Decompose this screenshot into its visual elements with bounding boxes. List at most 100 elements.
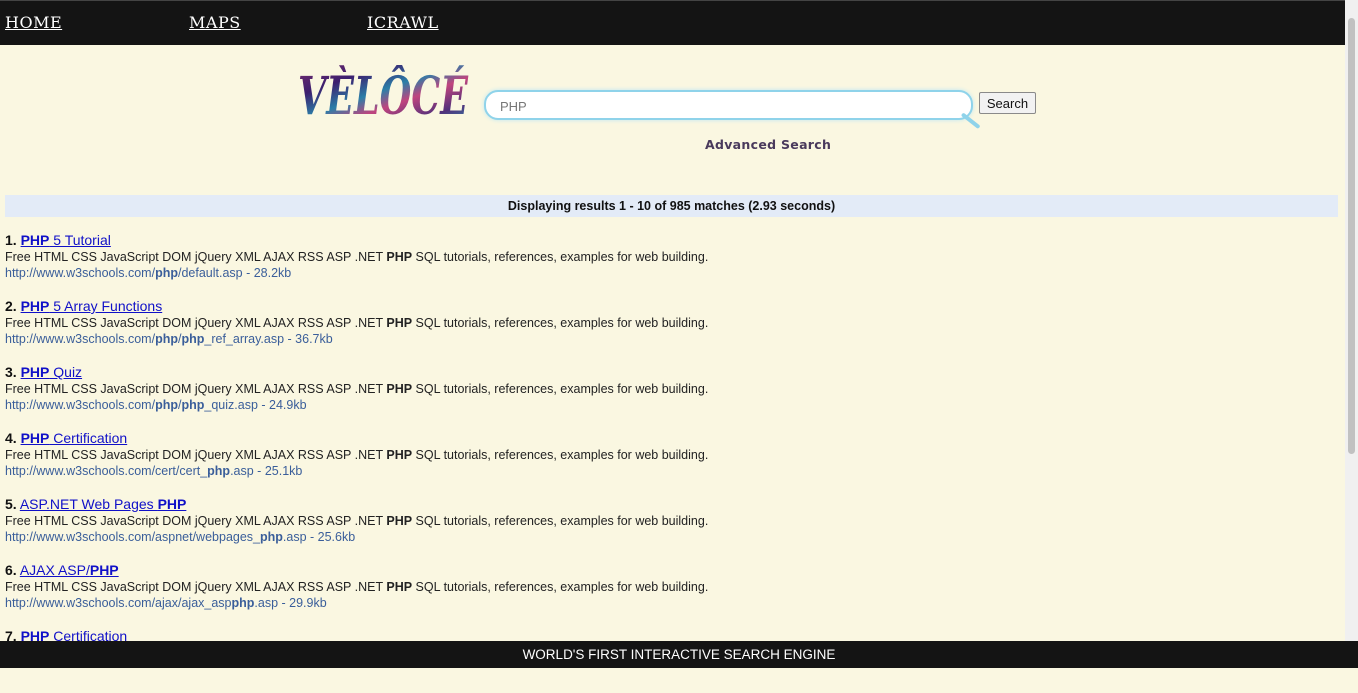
- highlighted-term: php: [207, 464, 231, 478]
- highlighted-term: PHP: [157, 496, 187, 512]
- result-description: Free HTML CSS JavaScript DOM jQuery XML …: [5, 249, 1005, 265]
- highlighted-term: php: [155, 266, 178, 280]
- advanced-search-link[interactable]: Advanced Search: [705, 137, 831, 152]
- highlighted-term: PHP: [386, 382, 413, 396]
- result-title-row: 3. PHP Quiz: [5, 363, 1005, 381]
- magnifier-handle-icon: [960, 112, 981, 130]
- highlighted-term: PHP: [386, 316, 413, 330]
- result-title-link[interactable]: PHP Certification: [21, 430, 128, 446]
- text-segment: SQL tutorials, references, examples for …: [412, 448, 709, 462]
- highlighted-term: php: [181, 398, 205, 412]
- highlighted-term: php: [155, 332, 178, 346]
- result-title-link[interactable]: ASP.NET Web Pages PHP: [20, 496, 187, 512]
- highlighted-term: php: [260, 530, 283, 544]
- result-number: 5.: [5, 496, 17, 512]
- result-description: Free HTML CSS JavaScript DOM jQuery XML …: [5, 513, 1005, 529]
- text-segment: http://www.w3schools.com/ajax/ajax_asp: [5, 596, 232, 610]
- result-description: Free HTML CSS JavaScript DOM jQuery XML …: [5, 579, 1005, 595]
- text-segment: Quiz: [49, 364, 83, 380]
- result-title-link[interactable]: PHP 5 Array Functions: [21, 298, 163, 314]
- logo-text: VÈLÔCÉ: [298, 65, 469, 127]
- highlighted-term: php: [231, 596, 255, 610]
- highlighted-term: PHP: [20, 430, 50, 446]
- highlighted-term: PHP: [386, 250, 413, 264]
- result-item: 1. PHP 5 Tutorial Free HTML CSS JavaScrip…: [5, 231, 1005, 297]
- nav-icrawl-link[interactable]: ICRAWL: [367, 13, 439, 32]
- search-button[interactable]: Search: [979, 92, 1036, 114]
- highlighted-term: PHP: [20, 232, 50, 248]
- text-segment: Free HTML CSS JavaScript DOM jQuery XML …: [5, 448, 387, 462]
- text-segment: http://www.w3schools.com/: [5, 398, 156, 412]
- highlighted-term: PHP: [386, 514, 413, 528]
- veloce-logo: VÈLÔCÉ: [298, 65, 469, 127]
- result-item: 2. PHP 5 Array Functions Free HTML CSS Ja…: [5, 297, 1005, 363]
- text-segment: .asp - 29.9kb: [254, 596, 327, 610]
- text-segment: SQL tutorials, references, examples for …: [412, 580, 709, 594]
- highlighted-term: PHP: [20, 298, 50, 314]
- text-segment: Free HTML CSS JavaScript DOM jQuery XML …: [5, 580, 387, 594]
- results-summary: Displaying results 1 - 10 of 985 matches…: [5, 195, 1338, 217]
- text-segment: Free HTML CSS JavaScript DOM jQuery XML …: [5, 316, 387, 330]
- result-url[interactable]: http://www.w3schools.com/aspnet/webpages…: [5, 529, 1005, 545]
- result-title-row: 5. ASP.NET Web Pages PHP: [5, 495, 1005, 513]
- result-title-link[interactable]: PHP 5 Tutorial: [21, 232, 111, 248]
- result-number: 1.: [5, 232, 17, 248]
- footer-tagline: WORLD'S FIRST INTERACTIVE SEARCH ENGINE: [0, 641, 1358, 668]
- text-segment: http://www.w3schools.com/: [5, 332, 156, 346]
- result-url[interactable]: http://www.w3schools.com/ajax/ajax_aspph…: [5, 595, 1005, 611]
- result-number: 6.: [5, 562, 17, 578]
- result-number: 4.: [5, 430, 17, 446]
- result-description: Free HTML CSS JavaScript DOM jQuery XML …: [5, 381, 1005, 397]
- text-segment: http://www.w3schools.com/aspnet/webpages…: [5, 530, 260, 544]
- text-segment: http://www.w3schools.com/cert/cert_: [5, 464, 208, 478]
- text-segment: SQL tutorials, references, examples for …: [412, 250, 709, 264]
- text-segment: /default.asp - 28.2kb: [177, 266, 292, 280]
- result-title-link[interactable]: PHP Quiz: [21, 364, 82, 380]
- result-item: 4. PHP Certification Free HTML CSS JavaSc…: [5, 429, 1005, 495]
- highlighted-term: PHP: [89, 562, 119, 578]
- text-segment: Free HTML CSS JavaScript DOM jQuery XML …: [5, 514, 387, 528]
- result-url[interactable]: http://www.w3schools.com/php/php_quiz.as…: [5, 397, 1005, 413]
- result-item: 6. AJAX ASP/PHP Free HTML CSS JavaScript …: [5, 561, 1005, 627]
- text-segment: .asp - 25.1kb: [230, 464, 303, 478]
- top-nav-bar: HOME MAPS ICRAWL: [0, 0, 1345, 45]
- result-title-link[interactable]: AJAX ASP/PHP: [20, 562, 119, 578]
- results-list: 1. PHP 5 Tutorial Free HTML CSS JavaScrip…: [5, 231, 1005, 693]
- text-segment: Free HTML CSS JavaScript DOM jQuery XML …: [5, 382, 387, 396]
- result-number: 2.: [5, 298, 17, 314]
- page-scrollbar[interactable]: [1345, 0, 1358, 641]
- text-segment: 5 Array Functions: [49, 298, 163, 314]
- result-item: 3. PHP Quiz Free HTML CSS JavaScript DOM …: [5, 363, 1005, 429]
- highlighted-term: PHP: [386, 580, 413, 594]
- result-title-row: 6. AJAX ASP/PHP: [5, 561, 1005, 579]
- highlighted-term: php: [155, 398, 178, 412]
- text-segment: .asp - 25.6kb: [282, 530, 356, 544]
- text-segment: http://www.w3schools.com/: [5, 266, 156, 280]
- highlighted-term: PHP: [386, 448, 413, 462]
- search-input[interactable]: [498, 95, 962, 117]
- text-segment: SQL tutorials, references, examples for …: [412, 382, 709, 396]
- text-segment: _quiz.asp - 24.9kb: [204, 398, 307, 412]
- result-url[interactable]: http://www.w3schools.com/php/php_ref_arr…: [5, 331, 1005, 347]
- scrollbar-thumb[interactable]: [1348, 18, 1355, 454]
- text-segment: ASP.NET Web Pages: [19, 496, 158, 512]
- result-number: 3.: [5, 364, 17, 380]
- result-url[interactable]: http://www.w3schools.com/php/default.asp…: [5, 265, 1005, 281]
- result-title-row: 4. PHP Certification: [5, 429, 1005, 447]
- text-segment: _ref_array.asp - 36.7kb: [204, 332, 333, 346]
- result-item: 5. ASP.NET Web Pages PHP Free HTML CSS Ja…: [5, 495, 1005, 561]
- result-description: Free HTML CSS JavaScript DOM jQuery XML …: [5, 315, 1005, 331]
- text-segment: 5 Tutorial: [49, 232, 111, 248]
- highlighted-term: PHP: [20, 364, 50, 380]
- text-segment: Free HTML CSS JavaScript DOM jQuery XML …: [5, 250, 387, 264]
- search-box: [484, 90, 973, 120]
- result-description: Free HTML CSS JavaScript DOM jQuery XML …: [5, 447, 1005, 463]
- nav-home-link[interactable]: HOME: [5, 13, 62, 32]
- text-segment: Certification: [49, 430, 128, 446]
- text-segment: SQL tutorials, references, examples for …: [412, 514, 709, 528]
- nav-maps-link[interactable]: MAPS: [189, 13, 241, 32]
- highlighted-term: php: [181, 332, 205, 346]
- result-url[interactable]: http://www.w3schools.com/cert/cert_php.a…: [5, 463, 1005, 479]
- result-title-row: 2. PHP 5 Array Functions: [5, 297, 1005, 315]
- text-segment: SQL tutorials, references, examples for …: [412, 316, 709, 330]
